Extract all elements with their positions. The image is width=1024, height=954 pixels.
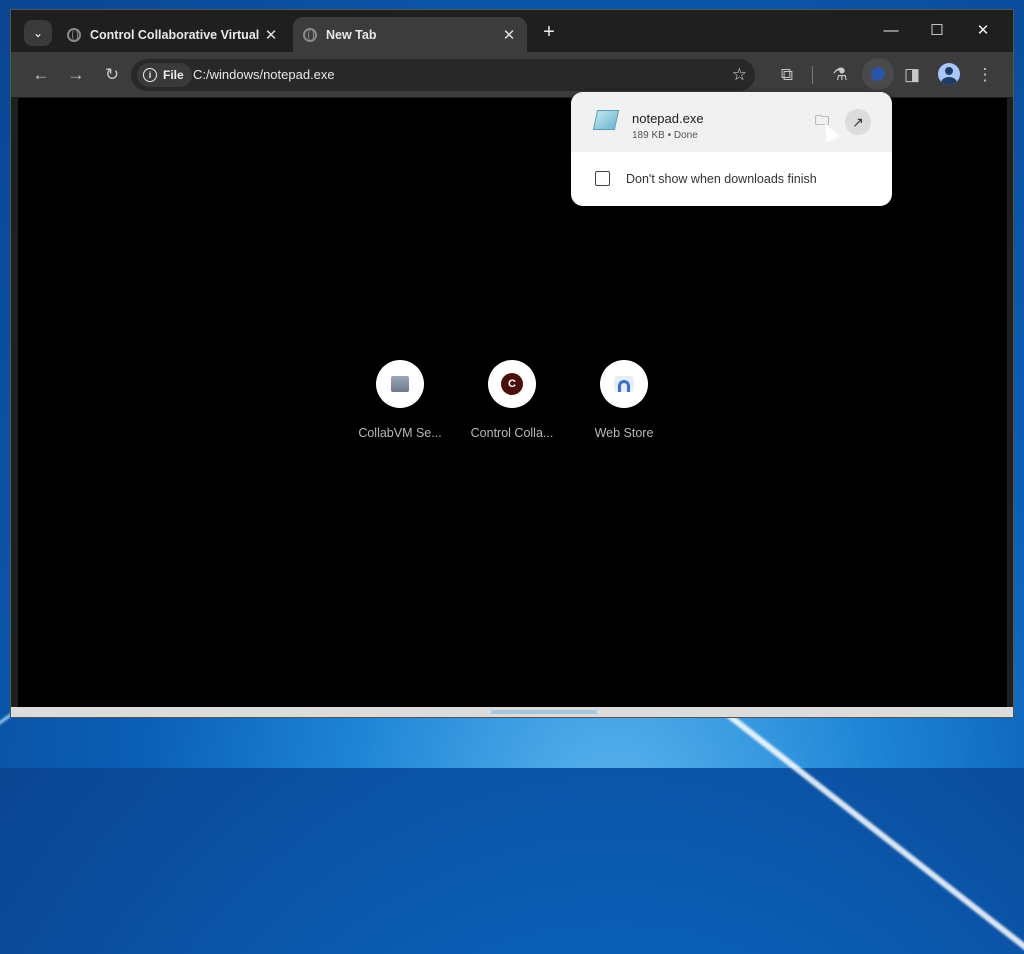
reload-button[interactable]: ↻ — [99, 62, 125, 88]
c-letter-icon: C — [501, 373, 523, 395]
download-file-name: notepad.exe — [632, 111, 704, 126]
shortcut-web-store[interactable]: Web Store — [574, 360, 674, 440]
notepad-file-icon — [592, 110, 620, 130]
collabvm-icon — [391, 376, 409, 392]
tab-new-tab[interactable]: New Tab ✕ — [293, 17, 527, 52]
dont-show-option[interactable]: Don't show when downloads finish — [595, 171, 817, 186]
new-tab-button[interactable]: + — [537, 20, 561, 44]
shortcut-icon-circle: C — [488, 360, 536, 408]
labs-icon[interactable]: ⚗ — [827, 62, 853, 88]
web-store-icon — [614, 376, 634, 392]
tab-control-collaborative[interactable]: Control Collaborative Virtual M ✕ — [57, 17, 289, 52]
shortcut-icon-circle — [376, 360, 424, 408]
extensions-icon[interactable]: ⧉ — [774, 62, 800, 88]
download-bubble: notepad.exe 189 KB • Done 🗀 ↗ Don't show… — [571, 92, 892, 206]
site-chip-label: File — [163, 68, 184, 82]
dont-show-label: Don't show when downloads finish — [626, 171, 817, 186]
shortcut-icon-circle — [600, 360, 648, 408]
shortcut-label: CollabVM Se... — [358, 426, 442, 440]
tab-search-button[interactable]: ⌄ — [24, 20, 52, 46]
download-item[interactable]: notepad.exe 189 KB • Done 🗀 ↗ — [571, 92, 892, 152]
shortcut-label: Control Colla... — [470, 426, 554, 440]
profile-avatar[interactable] — [938, 63, 960, 85]
toolbar-divider — [812, 66, 813, 84]
globe-icon — [67, 27, 81, 42]
shortcut-control-collaborative[interactable]: C Control Colla... — [462, 360, 562, 440]
close-tab-icon[interactable]: ✕ — [501, 26, 517, 44]
side-panel-icon[interactable]: ◨ — [899, 62, 925, 88]
scrollbar-thumb[interactable] — [491, 710, 597, 714]
site-info-chip[interactable]: i File — [137, 63, 192, 87]
url-text[interactable]: C:/windows/notepad.exe — [193, 67, 335, 82]
forward-button[interactable]: → — [63, 62, 89, 88]
maximize-button[interactable]: ☐ — [917, 16, 957, 44]
close-window-button[interactable]: ✕ — [963, 16, 1003, 44]
toolbar: ← → ↻ i File C:/windows/notepad.exe ☆ ⧉ … — [11, 52, 1013, 97]
shortcut-label: Web Store — [594, 426, 654, 440]
tab-title: New Tab — [326, 27, 377, 42]
shortcut-collabvm[interactable]: CollabVM Se... — [350, 360, 450, 440]
window-bottom-border — [11, 707, 1013, 717]
globe-icon — [303, 27, 317, 42]
tab-strip: ⌄ Control Collaborative Virtual M ✕ New … — [11, 10, 1013, 52]
desktop-streak — [698, 690, 1024, 954]
open-file-icon[interactable]: ↗ — [845, 109, 871, 135]
menu-icon[interactable]: ⋮ — [972, 62, 998, 88]
tab-title: Control Collaborative Virtual M — [90, 27, 263, 42]
download-progress-icon — [871, 67, 885, 81]
dont-show-checkbox[interactable] — [595, 171, 610, 186]
downloads-button[interactable] — [862, 58, 894, 90]
minimize-button[interactable]: — — [871, 16, 911, 44]
address-bar[interactable]: i File C:/windows/notepad.exe ☆ — [131, 59, 755, 91]
close-tab-icon[interactable]: ✕ — [263, 26, 279, 44]
info-icon: i — [143, 68, 157, 82]
download-status: 189 KB • Done — [632, 130, 698, 141]
back-button[interactable]: ← — [28, 62, 54, 88]
bookmark-star-icon[interactable]: ☆ — [732, 65, 747, 85]
